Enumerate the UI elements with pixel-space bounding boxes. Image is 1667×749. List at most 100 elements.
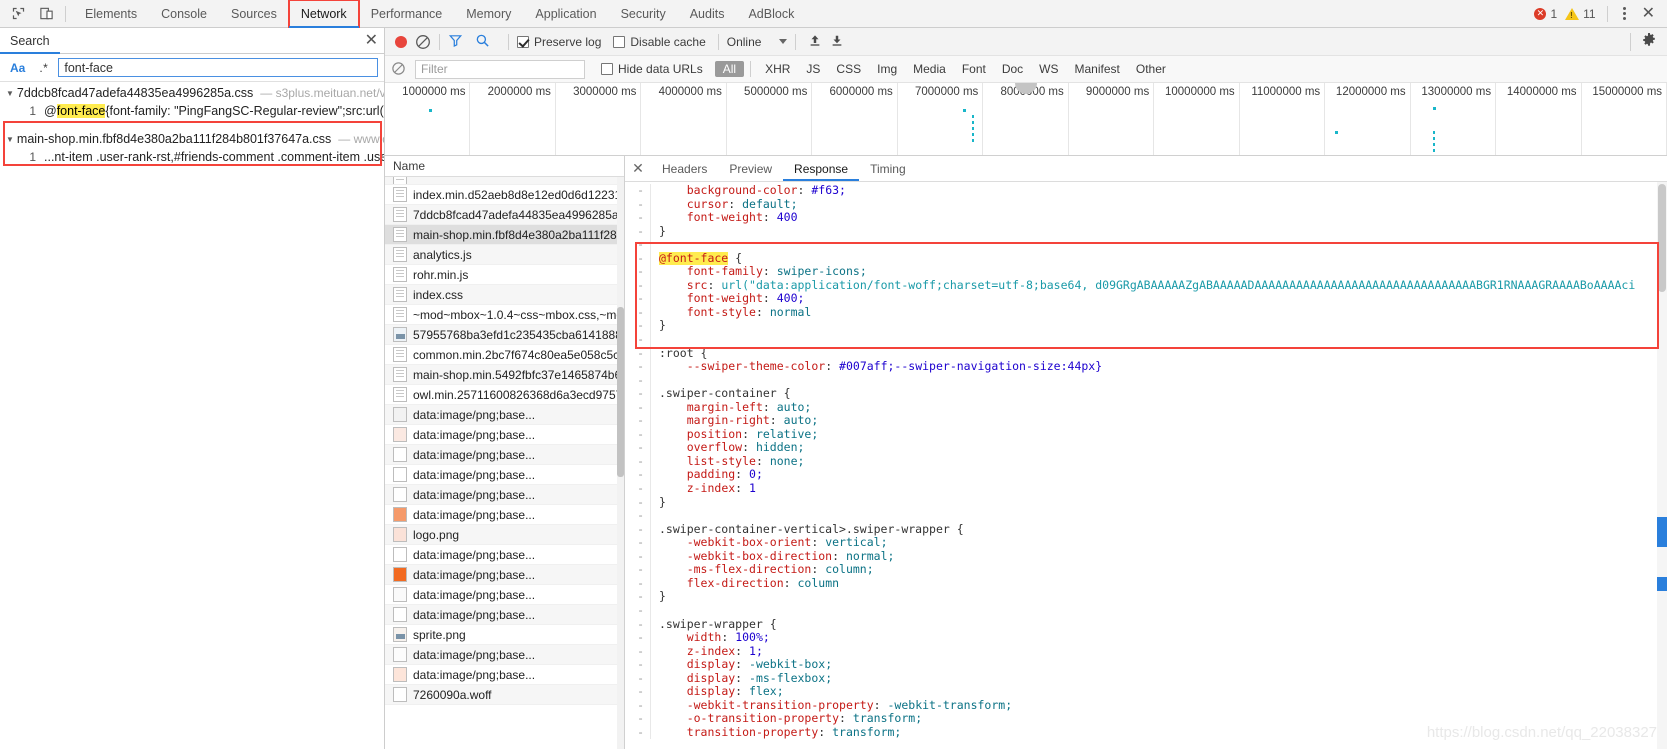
toolbar-divider	[439, 33, 440, 50]
regex-toggle[interactable]: .*	[35, 60, 52, 76]
tab-console[interactable]: Console	[149, 0, 219, 28]
filter-funnel-icon[interactable]	[448, 33, 463, 51]
search-result-group[interactable]: ▼ 7ddcb8fcad47adefa44835ea4996285a.css —…	[0, 84, 384, 120]
detail-tab-preview[interactable]: Preview	[718, 156, 783, 181]
image-icon	[393, 487, 407, 502]
tab-adblock[interactable]: AdBlock	[736, 0, 806, 28]
warning-count-badge[interactable]: 11	[1562, 7, 1598, 21]
table-row[interactable]: data:image/png;base...	[385, 445, 624, 465]
tab-memory[interactable]: Memory	[454, 0, 523, 28]
network-overview-timeline[interactable]: 1000000 ms 2000000 ms 3000000 ms 4000000…	[385, 83, 1667, 156]
table-row[interactable]: data:image/png;base...	[385, 425, 624, 445]
gear-icon[interactable]	[1641, 32, 1661, 51]
record-button-icon[interactable]	[395, 35, 407, 48]
tab-audits[interactable]: Audits	[678, 0, 737, 28]
filter-type-js[interactable]: JS	[798, 61, 828, 77]
filter-type-ws[interactable]: WS	[1031, 61, 1066, 77]
device-toolbar-icon[interactable]	[32, 1, 60, 27]
table-row-selected[interactable]: main-shop.min.fbf8d4e380a2ba111f284b	[385, 225, 624, 245]
filter-type-media[interactable]: Media	[905, 61, 954, 77]
detail-tab-response[interactable]: Response	[783, 156, 860, 181]
search-result-code: @font-face{font-family: "PingFangSC-Regu…	[44, 104, 384, 118]
more-options-icon[interactable]	[1616, 7, 1634, 20]
table-row[interactable]: data:image/png;base...	[385, 545, 624, 565]
table-row[interactable]: rohr.min.js	[385, 265, 624, 285]
chevron-down-icon[interactable]: ▼	[6, 89, 14, 98]
table-row[interactable]: 7ddcb8fcad47adefa44835ea4996285a.c	[385, 205, 624, 225]
code-text: }	[659, 224, 666, 238]
request-list-header[interactable]: Name	[385, 156, 624, 177]
import-har-icon[interactable]	[808, 33, 822, 51]
search-result-file[interactable]: ▼ 7ddcb8fcad47adefa44835ea4996285a.css —…	[4, 84, 384, 102]
table-row[interactable]: data:image/png;base...	[385, 645, 624, 665]
filter-type-manifest[interactable]: Manifest	[1067, 61, 1128, 77]
scrollbar-thumb[interactable]	[617, 307, 624, 477]
clear-button-icon[interactable]	[415, 34, 431, 50]
search-icon[interactable]	[475, 33, 490, 51]
disable-cache-checkbox[interactable]: Disable cache	[613, 35, 706, 49]
table-row[interactable]: data:image/png;base...	[385, 585, 624, 605]
chevron-down-icon[interactable]: ▼	[6, 135, 14, 144]
table-row[interactable]: ~mod~mbox~1.0.4~css~mbox.css,~mo.	[385, 305, 624, 325]
tab-elements[interactable]: Elements	[73, 0, 149, 28]
filter-input[interactable]	[415, 59, 585, 79]
table-row[interactable]: data:image/png;base...	[385, 485, 624, 505]
timeline-tick-label: 14000000 ms	[1506, 86, 1577, 98]
devtools-body: Search ✕ Aa .* ▼ 7ddcb8fcad47adefa44835e…	[0, 28, 1667, 749]
table-row[interactable]: 7260090a.woff	[385, 685, 624, 705]
tab-network[interactable]: Network	[287, 0, 360, 29]
response-source-view[interactable]: - background-color: #f63; - cursor: defau…	[625, 182, 1667, 749]
preserve-log-checkbox[interactable]: Preserve log	[517, 35, 601, 49]
detail-close-icon[interactable]: ✕	[625, 156, 651, 181]
close-devtools-icon[interactable]: ✕	[1636, 5, 1661, 22]
table-row[interactable]: 57955768ba3efd1c235435cba6141888 28	[385, 325, 624, 345]
tab-performance[interactable]: Performance	[359, 0, 455, 28]
table-row[interactable]: analytics.js	[385, 245, 624, 265]
filter-type-doc[interactable]: Doc	[994, 61, 1031, 77]
table-row[interactable]: owl.min.25711600826368d6a3ecd9757c2	[385, 385, 624, 405]
filter-type-css[interactable]: CSS	[828, 61, 869, 77]
table-row[interactable]: index.css	[385, 285, 624, 305]
tab-sources[interactable]: Sources	[219, 0, 289, 28]
filter-type-other[interactable]: Other	[1128, 61, 1174, 77]
table-row[interactable]	[385, 177, 624, 185]
table-row[interactable]: data:image/png;base...	[385, 665, 624, 685]
search-drawer-close-icon[interactable]: ✕	[359, 32, 384, 49]
error-count-badge[interactable]: ✕ 1	[1531, 7, 1560, 21]
table-row[interactable]: data:image/png;base...	[385, 565, 624, 585]
table-row[interactable]: data:image/png;base...	[385, 605, 624, 625]
search-input[interactable]	[58, 58, 378, 77]
hide-data-urls-checkbox[interactable]: Hide data URLs	[601, 62, 703, 76]
filter-type-xhr[interactable]: XHR	[757, 61, 798, 77]
filter-clear-icon[interactable]	[391, 61, 407, 77]
filter-type-img[interactable]: Img	[869, 61, 905, 77]
request-list-scroll[interactable]: index.min.d52aeb8d8e12ed0d6d122314 7ddcb…	[385, 177, 624, 749]
table-row[interactable]: data:image/png;base...	[385, 465, 624, 485]
search-result-match[interactable]: 1 @font-face{font-family: "PingFangSC-Re…	[4, 102, 384, 120]
request-list-scrollbar[interactable]	[617, 177, 624, 749]
code-text: .swiper-container-vertical>.swiper-wrapp…	[659, 522, 964, 536]
match-case-toggle[interactable]: Aa	[6, 60, 29, 76]
table-row[interactable]: logo.png	[385, 525, 624, 545]
table-row[interactable]: sprite.png	[385, 625, 624, 645]
response-scrollbar[interactable]	[1657, 182, 1667, 749]
detail-tab-headers[interactable]: Headers	[651, 156, 718, 181]
search-result-group-highlighted[interactable]: ▼ main-shop.min.fbf8d4e380a2ba111f284b80…	[0, 130, 384, 166]
tab-application[interactable]: Application	[523, 0, 608, 28]
filter-type-font[interactable]: Font	[954, 61, 994, 77]
detail-tab-timing[interactable]: Timing	[859, 156, 917, 181]
table-row[interactable]: common.min.2bc7f674c80ea5e058c5c22	[385, 345, 624, 365]
table-row[interactable]: index.min.d52aeb8d8e12ed0d6d122314	[385, 185, 624, 205]
export-har-icon[interactable]	[830, 33, 844, 51]
table-row[interactable]: data:image/png;base...	[385, 405, 624, 425]
search-result-file[interactable]: ▼ main-shop.min.fbf8d4e380a2ba111f284b80…	[4, 130, 384, 148]
inspect-element-icon[interactable]	[4, 1, 32, 27]
table-row[interactable]: data:image/png;base...	[385, 505, 624, 525]
filter-type-all[interactable]: All	[714, 61, 745, 77]
throttling-select[interactable]: Online	[727, 35, 788, 49]
scrollbar-thumb[interactable]	[1658, 184, 1666, 292]
tab-security[interactable]: Security	[609, 0, 678, 28]
table-row[interactable]: main-shop.min.5492fbfc37e1465874b6c9	[385, 365, 624, 385]
search-result-match[interactable]: 1 ...nt-item .user-rank-rst,#friends-com…	[4, 148, 384, 166]
